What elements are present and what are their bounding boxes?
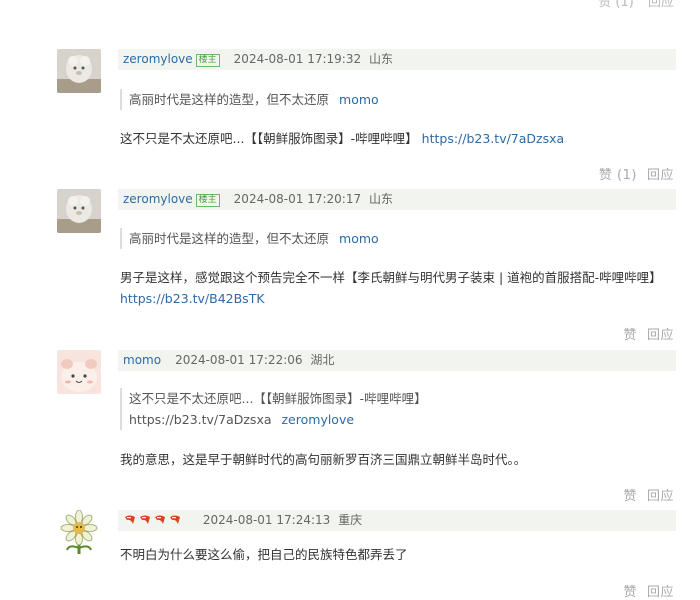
comment-body: 不明白为什么要这么偷，把自己的民族特色都弄丢了 (120, 544, 680, 565)
like-button[interactable]: 赞 (623, 585, 637, 600)
comment-meta: zeromylove 楼主 2024-08-01 17:20:17 山东 (118, 189, 676, 210)
avatar-image (57, 510, 101, 554)
avatar[interactable] (57, 189, 101, 233)
reply-button[interactable]: 回应 (647, 489, 674, 504)
op-badge: 楼主 (195, 54, 220, 67)
avatar-image (57, 49, 101, 93)
comment-location: 湖北 (310, 353, 335, 367)
avatar[interactable] (57, 350, 101, 394)
comment-text: 这不只是不太还原吧...【【朝鲜服饰图录】-哔哩哔哩】 (120, 131, 418, 146)
comment-time: 2024-08-01 17:20:17 (233, 192, 362, 206)
like-button[interactable]: 赞 (623, 489, 637, 504)
avatar-image (57, 350, 101, 394)
like-button[interactable]: 赞 (1) (598, 0, 634, 10)
emoji-username-icon (125, 515, 180, 524)
comment-actions: 赞回应 (623, 324, 674, 343)
quoted-reply: 高丽时代是这样的造型，但不太还原 momo (120, 228, 677, 249)
quote-user-link[interactable]: zeromylove (282, 412, 355, 427)
comment-link[interactable]: https://b23.tv/B42BsTK (120, 291, 265, 306)
like-button[interactable]: 赞 (1) (599, 168, 637, 183)
comment-body: 男子是这样，感觉跟这个预告完全不一样【李氏朝鲜与明代男子装束 | 道袍的首服搭配… (120, 267, 680, 309)
comment-text: 男子是这样，感觉跟这个预告完全不一样【李氏朝鲜与明代男子装束 | 道袍的首服搭配… (120, 270, 662, 285)
reply-button[interactable]: 回应 (647, 168, 674, 183)
avatar[interactable] (57, 49, 101, 93)
comment-location: 山东 (368, 192, 393, 206)
comment-time: 2024-08-01 17:19:32 (233, 52, 362, 66)
username-link[interactable]: zeromylove (123, 192, 193, 206)
quote-text: 高丽时代是这样的造型，但不太还原 (129, 231, 330, 246)
quote-user-link[interactable]: momo (339, 92, 379, 107)
comment-text: 我的意思，这是早于朝鲜时代的高句丽新罗百济三国鼎立朝鲜半岛时代。。 (120, 452, 527, 467)
comment-location: 重庆 (338, 513, 363, 527)
comment-body: 这不只是不太还原吧...【【朝鲜服饰图录】-哔哩哔哩】 https://b23.… (120, 128, 680, 149)
quoted-reply: 高丽时代是这样的造型，但不太还原 momo (120, 89, 677, 110)
username-link[interactable]: momo (123, 353, 161, 367)
quote-text: 这不只是不太还原吧...【【朝鲜服饰图录】-哔哩哔哩】 (129, 391, 427, 406)
username-link[interactable] (123, 513, 189, 527)
like-button[interactable]: 赞 (623, 328, 637, 343)
comment-time: 2024-08-01 17:22:06 (175, 353, 303, 367)
quote-user-link[interactable]: momo (339, 231, 379, 246)
comment-meta: zeromylove 楼主 2024-08-01 17:19:32 山东 (118, 49, 676, 70)
previous-comment-actions: 赞 (1) 回应 (598, 0, 674, 10)
quote-text: 高丽时代是这样的造型，但不太还原 (129, 92, 330, 107)
avatar[interactable] (57, 510, 101, 554)
username-link[interactable]: zeromylove (123, 52, 193, 66)
op-badge: 楼主 (195, 194, 220, 207)
comment-meta: momo 2024-08-01 17:22:06 湖北 (118, 350, 676, 371)
comment-time: 2024-08-01 17:24:13 (202, 513, 331, 527)
avatar-image (57, 189, 101, 233)
comment-text: 不明白为什么要这么偷，把自己的民族特色都弄丢了 (120, 547, 408, 562)
comment-actions: 赞回应 (623, 485, 674, 504)
comment-location: 山东 (368, 52, 393, 66)
reply-button[interactable]: 回应 (648, 0, 674, 10)
comment-actions: 赞回应 (623, 581, 674, 600)
comment-link[interactable]: https://b23.tv/7aDzsxa (422, 131, 565, 146)
quoted-reply: 这不只是不太还原吧...【【朝鲜服饰图录】-哔哩哔哩】 https://b23.… (120, 388, 677, 430)
comment-body: 我的意思，这是早于朝鲜时代的高句丽新罗百济三国鼎立朝鲜半岛时代。。 (120, 449, 680, 470)
reply-button[interactable]: 回应 (647, 328, 674, 343)
reply-button[interactable]: 回应 (647, 585, 674, 600)
quote-link[interactable]: https://b23.tv/7aDzsxa (129, 412, 272, 427)
comment-meta: 2024-08-01 17:24:13 重庆 (118, 510, 676, 531)
comment-actions: 赞 (1) 回应 (599, 164, 674, 183)
